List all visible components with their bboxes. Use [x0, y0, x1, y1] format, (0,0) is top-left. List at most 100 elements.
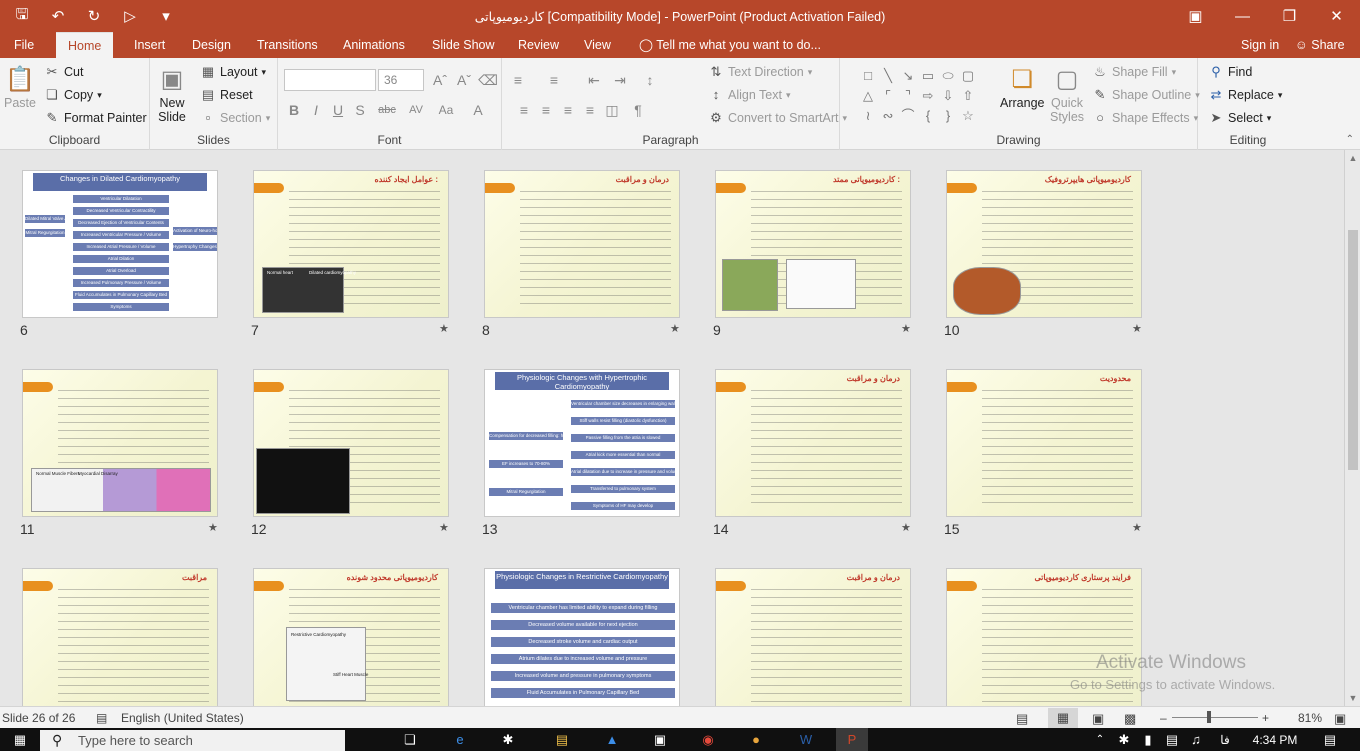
notifications-icon[interactable]: ▤: [1316, 728, 1344, 751]
cut-button[interactable]: ✂ Cut: [44, 64, 84, 80]
increase-indent-icon[interactable]: ⇥: [610, 70, 630, 90]
scroll-up-icon[interactable]: ▲: [1345, 150, 1360, 166]
tab-animations[interactable]: Animations: [341, 32, 407, 58]
shadow-button[interactable]: abc: [374, 100, 400, 120]
tab-slide-show[interactable]: Slide Show: [430, 32, 497, 58]
slide-thumbnail[interactable]: درمان و مراقبت: [715, 369, 911, 517]
layout-button[interactable]: ▦ Layout ▾: [200, 64, 266, 80]
tell-me-box[interactable]: ◯ Tell me what you want to do...: [637, 32, 823, 58]
collapse-ribbon-icon[interactable]: ⌃: [1346, 134, 1354, 145]
shrink-font-icon[interactable]: Aˇ: [454, 70, 474, 90]
format-painter-button[interactable]: ✎ Format Painter: [44, 110, 147, 126]
slide-thumbnail[interactable]: Changes in Dilated Cardiomyopathy Ventric…: [22, 170, 218, 318]
reset-button[interactable]: ▤ Reset: [200, 87, 253, 103]
sign-in-link[interactable]: Sign in: [1239, 32, 1281, 58]
transition-star-icon[interactable]: ★: [439, 521, 449, 534]
line-shape-icon[interactable]: ╲: [878, 66, 898, 86]
grow-font-icon[interactable]: Aˆ: [430, 70, 450, 90]
taskbar-search-input[interactable]: ⚲ Type here to search: [40, 730, 345, 751]
edge-icon[interactable]: e: [444, 728, 476, 751]
tab-transitions[interactable]: Transitions: [255, 32, 320, 58]
windows-start-icon[interactable]: ▦: [4, 728, 36, 751]
transition-star-icon[interactable]: ★: [1132, 322, 1142, 335]
text-direction-button[interactable]: ⇅ Text Direction ▾: [708, 64, 813, 80]
store-icon[interactable]: ▲: [596, 728, 628, 751]
brace-right-shape-icon[interactable]: }: [938, 106, 958, 126]
battery-icon[interactable]: ▮: [1138, 728, 1158, 751]
volume-icon[interactable]: ♫: [1186, 728, 1206, 751]
redo-icon[interactable]: ↻: [76, 6, 112, 26]
align-left-icon[interactable]: ≡: [514, 100, 534, 120]
rounded-rect-shape-icon[interactable]: ▢: [958, 66, 978, 86]
scroll-thumb[interactable]: [1348, 230, 1358, 470]
zoom-level[interactable]: 81%: [1298, 711, 1322, 725]
clock[interactable]: 4:34 PM: [1250, 728, 1300, 751]
transition-star-icon[interactable]: ★: [208, 521, 218, 534]
language-tray[interactable]: فا: [1212, 728, 1238, 751]
bluetooth-icon[interactable]: ✱: [492, 728, 524, 751]
up-arrow-shape-icon[interactable]: ⇧: [958, 86, 978, 106]
slide-thumbnail[interactable]: کاردیومیوپاتی ممتد :: [715, 170, 911, 318]
media-icon[interactable]: ▣: [644, 728, 676, 751]
customize-icon[interactable]: ▾: [148, 6, 184, 26]
find-button[interactable]: ⚲ Find: [1208, 64, 1252, 80]
zoom-slider-thumb[interactable]: [1206, 711, 1211, 723]
zoom-slider[interactable]: [1172, 717, 1258, 718]
font-color-button[interactable]: A: [468, 100, 488, 120]
tab-insert[interactable]: Insert: [132, 32, 167, 58]
rtl-icon[interactable]: ¶: [628, 100, 648, 120]
slide-sorter[interactable]: Changes in Dilated Cardiomyopathy Ventric…: [0, 150, 1344, 706]
arrow-shape-icon[interactable]: ↘: [898, 66, 918, 86]
arrange-button[interactable]: ❏ Arrange: [1000, 64, 1044, 111]
justify-icon[interactable]: ≡: [580, 100, 600, 120]
elbow-shape-icon[interactable]: ⌜: [878, 86, 898, 106]
decrease-indent-icon[interactable]: ⇤: [584, 70, 604, 90]
italic-button[interactable]: I: [306, 100, 326, 120]
slide-thumbnail[interactable]: Physiologic Changes with Hypertrophic Ca…: [484, 369, 680, 517]
rect-shape-icon[interactable]: ▭: [918, 66, 938, 86]
spellcheck-icon[interactable]: ▤: [96, 711, 107, 725]
word-icon[interactable]: W: [790, 728, 822, 751]
strike-button[interactable]: S: [350, 100, 370, 120]
curve-shape-icon[interactable]: ≀: [858, 106, 878, 126]
slide-thumbnail[interactable]: عوامل ایجاد کننده : Normal heart Dilated c…: [253, 170, 449, 318]
zoom-out-icon[interactable]: –: [1160, 711, 1167, 725]
slide-thumbnail[interactable]: محدودیت: [946, 369, 1142, 517]
tab-review[interactable]: Review: [516, 32, 561, 58]
chrome-icon[interactable]: ◉: [692, 728, 724, 751]
font-size-input[interactable]: 36: [378, 69, 424, 91]
align-center-icon[interactable]: ≡: [536, 100, 556, 120]
star-shape-icon[interactable]: ☆: [958, 106, 978, 126]
undo-icon[interactable]: ↶: [40, 6, 76, 26]
triangle-shape-icon[interactable]: △: [858, 86, 878, 106]
quick-styles-button[interactable]: ▢ Quick Styles: [1050, 64, 1084, 125]
arc-shape-icon[interactable]: ⌒: [898, 106, 918, 126]
shape-effects-button[interactable]: ○ Shape Effects ▾: [1092, 110, 1198, 126]
scroll-down-icon[interactable]: ▼: [1345, 690, 1360, 706]
oval-shape-icon[interactable]: ⬭: [938, 66, 958, 86]
section-button[interactable]: ▫ Section ▾: [200, 110, 271, 126]
underline-button[interactable]: U: [328, 100, 348, 120]
slide-sorter-view-icon[interactable]: ▦: [1048, 708, 1078, 728]
columns-icon[interactable]: ◫: [602, 100, 622, 120]
slide-thumbnail[interactable]: Physiologic Changes in Restrictive Cardi…: [484, 568, 680, 706]
tab-file[interactable]: File: [12, 32, 36, 58]
slide-thumbnail[interactable]: کاردیومیوپاتی هایپرتروفیک: [946, 170, 1142, 318]
font-name-input[interactable]: [284, 69, 376, 91]
freeform-shape-icon[interactable]: ∾: [878, 106, 898, 126]
char-spacing-button[interactable]: AV: [404, 100, 428, 120]
down-arrow-shape-icon[interactable]: ⇩: [938, 86, 958, 106]
ribbon-display-icon[interactable]: ▣: [1172, 0, 1219, 32]
slide-thumbnail[interactable]: Normal Muscle Fibers Myocardial Disarray: [22, 369, 218, 517]
fit-window-icon[interactable]: ▣: [1334, 711, 1346, 727]
slide-thumbnail[interactable]: درمان و مراقبت: [715, 568, 911, 706]
line-spacing-icon[interactable]: ↕: [640, 70, 660, 90]
slide-thumbnail[interactable]: درمان و مراقبت: [484, 170, 680, 318]
tray-expand-icon[interactable]: ⌃: [1090, 728, 1110, 751]
language-indicator[interactable]: English (United States): [121, 711, 244, 725]
replace-button[interactable]: ⇄ Replace ▾: [1208, 87, 1283, 103]
minimize-icon[interactable]: —: [1219, 0, 1266, 32]
powerpoint-icon[interactable]: P: [836, 728, 868, 751]
tray-bluetooth-icon[interactable]: ✱: [1114, 728, 1134, 751]
clear-format-icon[interactable]: ⌫: [478, 70, 498, 90]
